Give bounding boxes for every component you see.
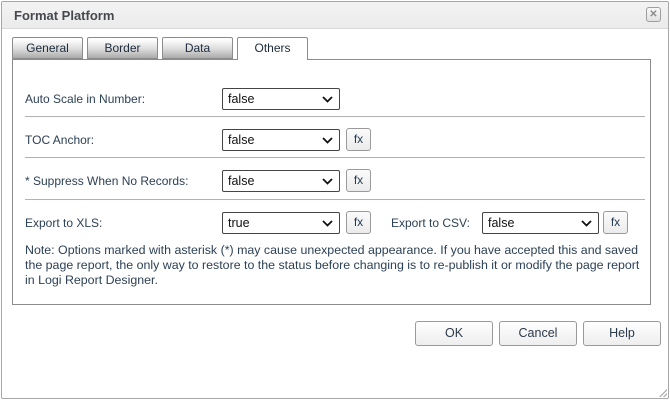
export-xls-select-value: true	[228, 216, 250, 230]
auto-scale-label: Auto Scale in Number:	[25, 92, 146, 106]
toc-anchor-select[interactable]: false	[222, 129, 340, 151]
dialog-titlebar: Format Platform ✕	[2, 2, 668, 29]
format-platform-dialog: Format Platform ✕ General Border Data Ot…	[1, 1, 669, 399]
chevron-down-icon	[581, 219, 592, 227]
suppress-no-records-label: * Suppress When No Records:	[25, 174, 189, 188]
row-separator	[25, 157, 645, 159]
help-button[interactable]: Help	[583, 321, 661, 346]
suppress-no-records-select-value: false	[228, 174, 255, 188]
row-separator	[25, 116, 645, 118]
export-csv-fx-button[interactable]: fx	[603, 211, 628, 234]
resize-grip[interactable]	[659, 389, 667, 397]
export-csv-label: Export to CSV:	[391, 216, 470, 230]
export-xls-label: Export to XLS:	[25, 216, 103, 230]
export-csv-select-value: false	[488, 216, 515, 230]
dialog-title: Format Platform	[14, 8, 115, 23]
chevron-down-icon	[322, 95, 333, 103]
suppress-no-records-select[interactable]: false	[222, 170, 340, 192]
toc-anchor-fx-button[interactable]: fx	[346, 128, 371, 151]
asterisk-note-text: Note: Options marked with asterisk (*) m…	[25, 243, 640, 288]
auto-scale-select[interactable]: false	[222, 88, 340, 110]
close-icon[interactable]: ✕	[646, 7, 661, 22]
export-xls-select[interactable]: true	[222, 212, 340, 234]
auto-scale-select-value: false	[228, 92, 255, 106]
row-separator	[25, 199, 645, 201]
suppress-no-records-fx-button[interactable]: fx	[346, 169, 371, 192]
chevron-down-icon	[322, 136, 333, 144]
tab-border[interactable]: Border	[87, 37, 158, 59]
chevron-down-icon	[322, 177, 333, 185]
export-xls-fx-button[interactable]: fx	[346, 211, 371, 234]
tab-data[interactable]: Data	[162, 37, 233, 59]
tab-others[interactable]: Others	[237, 37, 308, 60]
ok-button[interactable]: OK	[415, 321, 493, 346]
toc-anchor-label: TOC Anchor:	[25, 133, 95, 147]
cancel-button[interactable]: Cancel	[499, 321, 577, 346]
export-csv-select[interactable]: false	[482, 212, 599, 234]
chevron-down-icon	[322, 219, 333, 227]
toc-anchor-select-value: false	[228, 133, 255, 147]
others-tab-panel: Auto Scale in Number: false TOC Anchor: …	[12, 59, 651, 305]
tab-general[interactable]: General	[12, 37, 83, 59]
